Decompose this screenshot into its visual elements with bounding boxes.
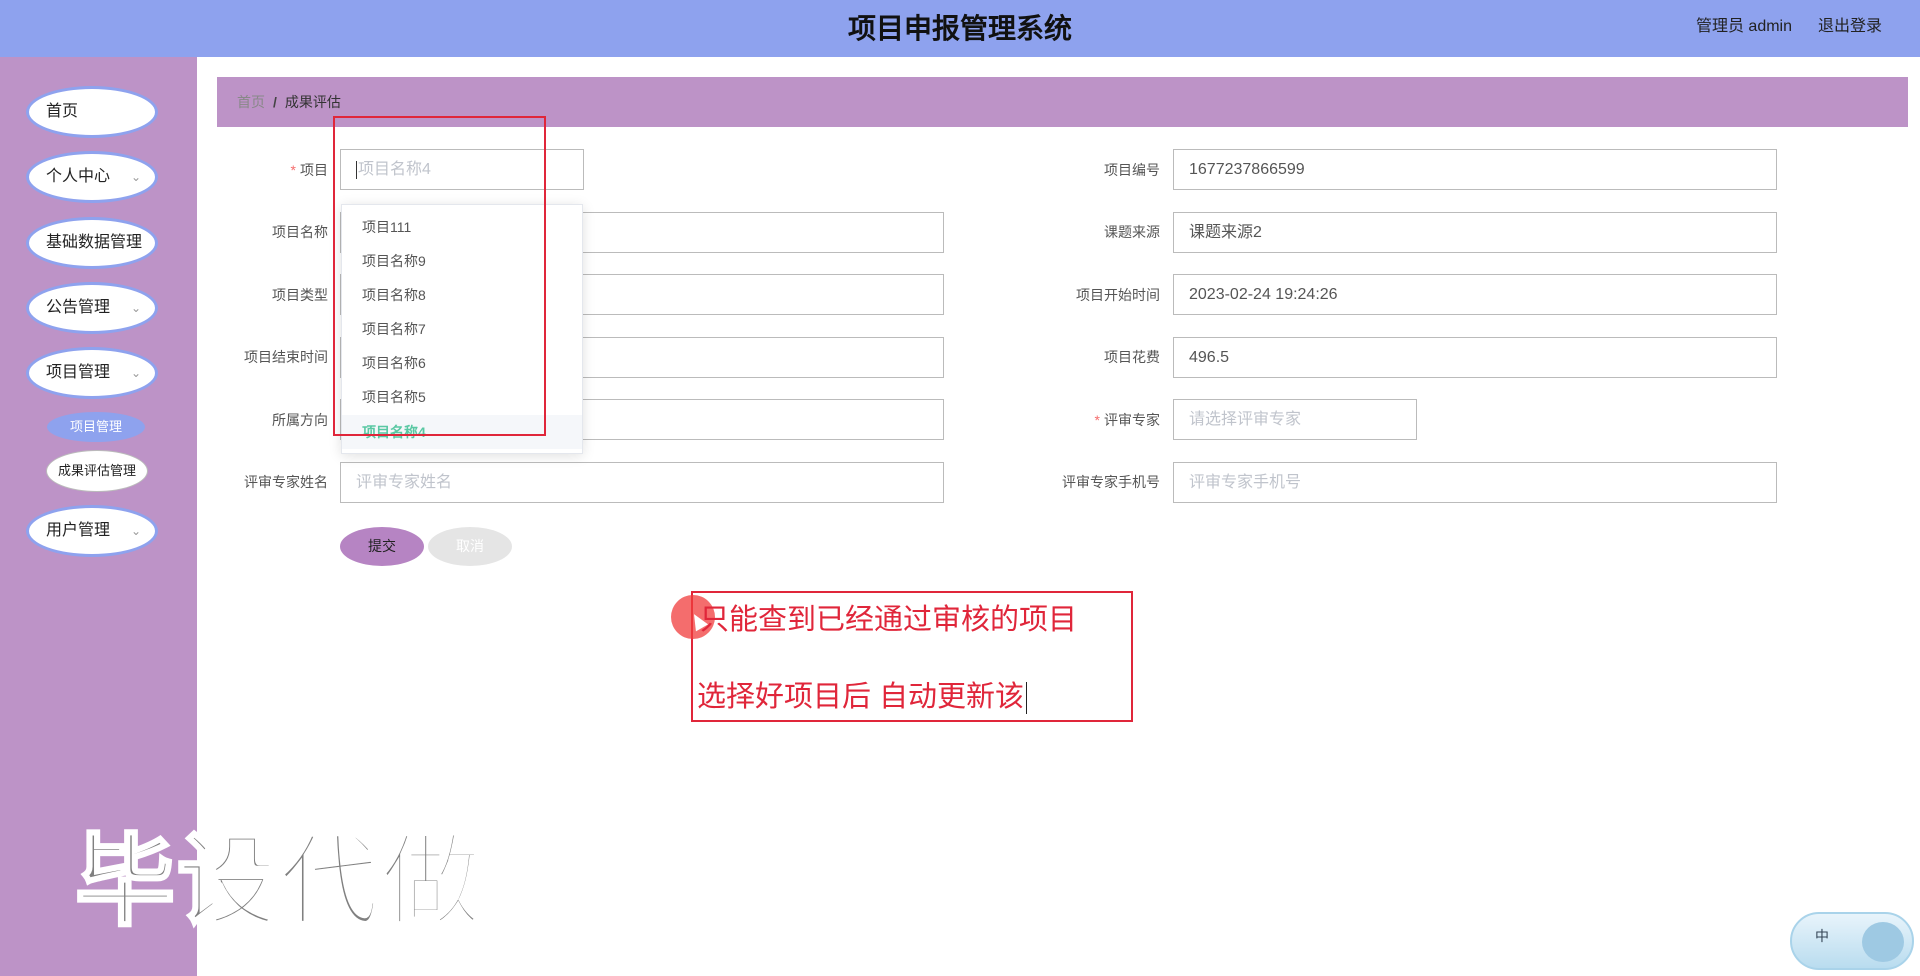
annotation-line-1: 只能查到已经通过审核的项目 xyxy=(700,604,1078,636)
ime-mode-label: 中 xyxy=(1815,928,1829,944)
label-project-number: 项目编号 xyxy=(1104,162,1160,178)
chevron-down-icon: ⌄ xyxy=(130,170,141,184)
admin-user-label: 管理员 admin xyxy=(1695,18,1792,35)
logout-link[interactable]: 退出登录 xyxy=(1818,0,1882,54)
watermark-text: 毕设代做 xyxy=(74,822,483,942)
text-caret xyxy=(1026,682,1028,715)
chevron-down-icon: ⌄ xyxy=(130,301,141,315)
sidebar-item-personal-center[interactable]: 个人中心 ⌄ xyxy=(26,151,158,203)
label-project-name: 项目名称 xyxy=(272,224,328,240)
sidebar-subitem-result-evaluation[interactable]: 成果评估管理 xyxy=(46,450,148,492)
ime-mascot-icon xyxy=(1862,922,1904,962)
required-mark: * xyxy=(1094,412,1100,428)
ime-widget[interactable]: 中 xyxy=(1790,912,1914,970)
sidebar-item-label: 首页 xyxy=(46,103,79,120)
label-project-end-time: 项目结束时间 xyxy=(244,349,328,365)
top-header: 项目申报管理系统 管理员 admin 退出登录 xyxy=(0,0,1920,57)
chevron-down-icon: ⌄ xyxy=(130,366,141,380)
app-title: 项目申报管理系统 xyxy=(847,13,1072,44)
breadcrumb-current: 成果评估 xyxy=(284,94,341,110)
label-project: * 项目 xyxy=(290,162,328,178)
required-mark: * xyxy=(290,162,296,178)
topic-source-field[interactable]: 课题来源2 xyxy=(1173,212,1777,253)
sidebar-item-label: 基础数据管理 xyxy=(46,234,143,251)
project-cost-field[interactable]: 496.5 xyxy=(1173,337,1777,378)
label-reviewer: * 评审专家 xyxy=(1094,412,1160,428)
annotation-box-dropdown xyxy=(333,116,546,436)
reviewer-name-field[interactable]: 评审专家姓名 xyxy=(340,462,944,503)
sidebar-item-label: 项目管理 xyxy=(46,364,111,381)
project-number-field[interactable]: 1677237866599 xyxy=(1173,149,1777,190)
reviewer-phone-field[interactable]: 评审专家手机号 xyxy=(1173,462,1777,503)
label-direction: 所属方向 xyxy=(272,412,328,428)
breadcrumb-home[interactable]: 首页 xyxy=(237,94,265,110)
label-project-type: 项目类型 xyxy=(272,287,328,303)
reviewer-select[interactable]: 请选择评审专家 xyxy=(1173,399,1417,440)
label-project-cost: 项目花费 xyxy=(1104,349,1160,365)
sidebar-item-label: 公告管理 xyxy=(46,299,111,316)
chevron-down-icon: ⌄ xyxy=(130,524,141,538)
sidebar-subitem-project-management[interactable]: 项目管理 xyxy=(47,412,145,442)
sidebar-item-label: 个人中心 xyxy=(46,168,111,185)
label-topic-source: 课题来源 xyxy=(1104,224,1160,240)
label-project-start-time: 项目开始时间 xyxy=(1076,287,1160,303)
sidebar-item-users[interactable]: 用户管理 ⌄ xyxy=(26,505,158,557)
breadcrumb-separator: / xyxy=(273,94,277,110)
submit-button[interactable]: 提交 xyxy=(340,527,424,566)
project-start-time-field[interactable]: 2023-02-24 19:24:26 xyxy=(1173,274,1777,315)
label-reviewer-name: 评审专家姓名 xyxy=(244,474,328,490)
sidebar-item-label: 用户管理 xyxy=(46,522,111,539)
annotation-line-2: 选择好项目后 自动更新该 xyxy=(697,673,1028,715)
sidebar-item-basic-data[interactable]: 基础数据管理 ⌄ xyxy=(26,217,158,269)
label-reviewer-phone: 评审专家手机号 xyxy=(1062,474,1160,490)
chevron-down-icon: ⌄ xyxy=(130,236,141,250)
sidebar-item-home[interactable]: 首页 xyxy=(26,86,158,138)
cancel-button[interactable]: 取消 xyxy=(428,527,512,566)
sidebar-item-projects[interactable]: 项目管理 ⌄ xyxy=(26,347,158,399)
sidebar-item-announcements[interactable]: 公告管理 ⌄ xyxy=(26,282,158,334)
